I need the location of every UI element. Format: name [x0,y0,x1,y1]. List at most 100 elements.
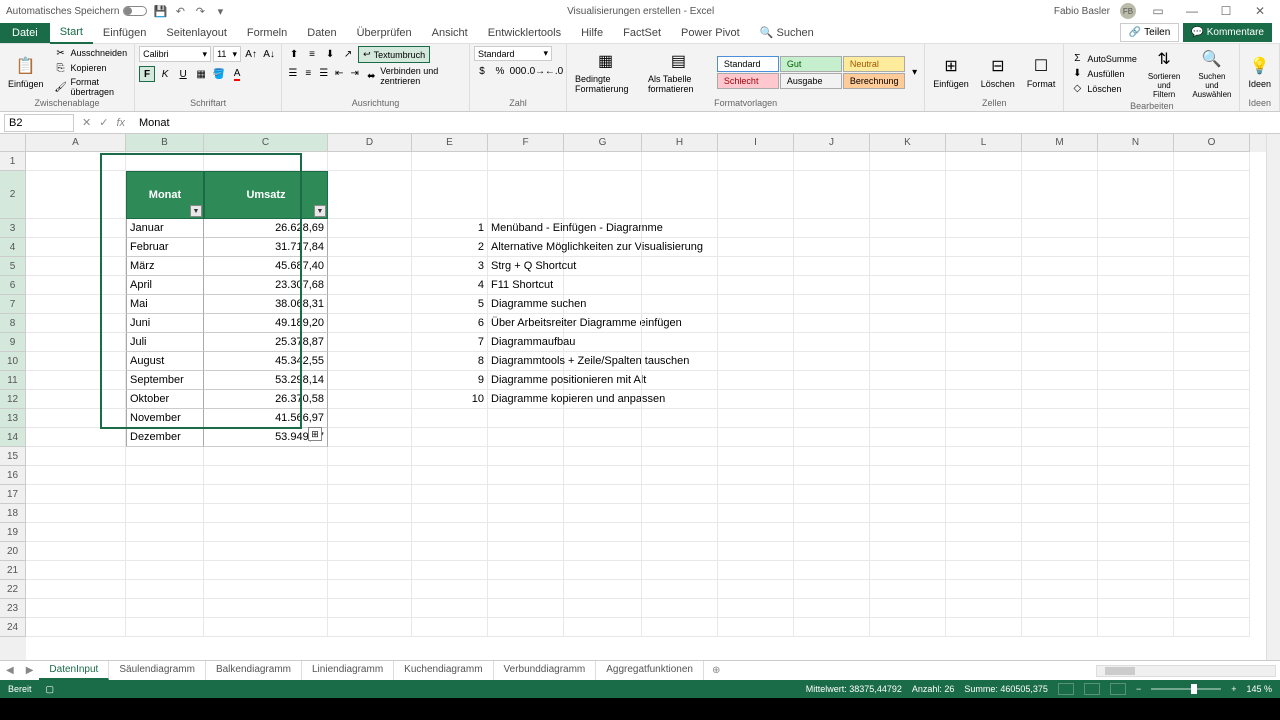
cell-E20[interactable] [412,542,488,561]
comments-button[interactable]: 💬 Kommentare [1183,23,1272,42]
cell-A22[interactable] [26,580,126,599]
cell-H15[interactable] [642,447,718,466]
cell-G8[interactable] [564,314,642,333]
user-avatar[interactable]: FB [1120,3,1136,19]
cell-C19[interactable] [204,523,328,542]
cell-D24[interactable] [328,618,412,637]
cell-D21[interactable] [328,561,412,580]
cell-L14[interactable] [946,428,1022,447]
row-header-10[interactable]: 10 [0,352,26,371]
cell-C13[interactable]: 41.566,97 [204,409,328,428]
cell-D3[interactable] [328,219,412,238]
cell-F22[interactable] [488,580,564,599]
normal-view-icon[interactable] [1058,683,1074,695]
search-box[interactable]: 🔍 Suchen [750,22,824,43]
row-header-4[interactable]: 4 [0,238,26,257]
cell-N21[interactable] [1098,561,1174,580]
cell-C8[interactable]: 49.189,20 [204,314,328,333]
filter-arrow-icon[interactable]: ▼ [314,205,326,217]
cell-E3[interactable]: 1 [412,219,488,238]
cell-C2[interactable]: Umsatz▼ [204,171,328,219]
cell-H22[interactable] [642,580,718,599]
cell-O21[interactable] [1174,561,1250,580]
cell-M2[interactable] [1022,171,1098,219]
cell-B14[interactable]: Dezember [126,428,204,447]
cell-G23[interactable] [564,599,642,618]
cell-N11[interactable] [1098,371,1174,390]
cell-D11[interactable] [328,371,412,390]
cell-K21[interactable] [870,561,946,580]
cell-E1[interactable] [412,152,488,171]
cell-J17[interactable] [794,485,870,504]
cell-G19[interactable] [564,523,642,542]
cell-J16[interactable] [794,466,870,485]
user-name[interactable]: Fabio Basler [1054,6,1110,17]
cell-G14[interactable] [564,428,642,447]
col-header-M[interactable]: M [1022,134,1098,152]
cell-N5[interactable] [1098,257,1174,276]
cell-D7[interactable] [328,295,412,314]
col-header-A[interactable]: A [26,134,126,152]
cell-B13[interactable]: November [126,409,204,428]
zoom-level[interactable]: 145 % [1246,684,1272,694]
cell-L3[interactable] [946,219,1022,238]
cell-G1[interactable] [564,152,642,171]
close-icon[interactable]: ✕ [1248,4,1272,18]
cell-A9[interactable] [26,333,126,352]
cell-F24[interactable] [488,618,564,637]
cell-E7[interactable]: 5 [412,295,488,314]
cell-J8[interactable] [794,314,870,333]
cell-A7[interactable] [26,295,126,314]
cell-G20[interactable] [564,542,642,561]
cell-N8[interactable] [1098,314,1174,333]
cell-E12[interactable]: 10 [412,390,488,409]
cell-C5[interactable]: 45.687,40 [204,257,328,276]
tab-review[interactable]: Überprüfen [347,23,422,43]
cell-J2[interactable] [794,171,870,219]
cell-N15[interactable] [1098,447,1174,466]
cell-E15[interactable] [412,447,488,466]
cell-K18[interactable] [870,504,946,523]
cell-I22[interactable] [718,580,794,599]
cell-O20[interactable] [1174,542,1250,561]
cell-O2[interactable] [1174,171,1250,219]
orientation-icon[interactable]: ↗ [340,46,356,62]
cell-B5[interactable]: März [126,257,204,276]
cell-C6[interactable]: 23.307,68 [204,276,328,295]
cell-D1[interactable] [328,152,412,171]
sheet-tab-dateninput[interactable]: DatenInput [39,661,109,680]
cell-O8[interactable] [1174,314,1250,333]
cell-K24[interactable] [870,618,946,637]
cell-A8[interactable] [26,314,126,333]
cell-K11[interactable] [870,371,946,390]
cell-L5[interactable] [946,257,1022,276]
accept-formula-icon[interactable]: ✓ [99,116,108,129]
cell-M24[interactable] [1022,618,1098,637]
cell-C22[interactable] [204,580,328,599]
clear-button[interactable]: ◇Löschen [1068,82,1140,96]
style-berechnung[interactable]: Berechnung [843,73,905,89]
cell-D23[interactable] [328,599,412,618]
sheet-nav-next-icon[interactable]: ▶ [20,665,40,676]
ideas-button[interactable]: 💡Ideen [1244,53,1275,91]
minimize-icon[interactable]: — [1180,4,1204,18]
cell-C15[interactable] [204,447,328,466]
redo-icon[interactable]: ↷ [193,4,207,18]
cell-K15[interactable] [870,447,946,466]
row-header-23[interactable]: 23 [0,599,26,618]
paste-button[interactable]: 📋Einfügen [4,53,48,91]
cell-N12[interactable] [1098,390,1174,409]
select-all-corner[interactable] [0,134,26,152]
cell-O4[interactable] [1174,238,1250,257]
cell-M3[interactable] [1022,219,1098,238]
cell-L18[interactable] [946,504,1022,523]
wrap-text-button[interactable]: ↩Textumbruch [358,46,430,63]
cell-I21[interactable] [718,561,794,580]
autosave-toggle[interactable]: Automatisches Speichern [6,6,147,17]
cell-C24[interactable] [204,618,328,637]
cell-H24[interactable] [642,618,718,637]
tab-data[interactable]: Daten [297,23,346,43]
col-header-B[interactable]: B [126,134,204,152]
col-header-L[interactable]: L [946,134,1022,152]
cell-N13[interactable] [1098,409,1174,428]
